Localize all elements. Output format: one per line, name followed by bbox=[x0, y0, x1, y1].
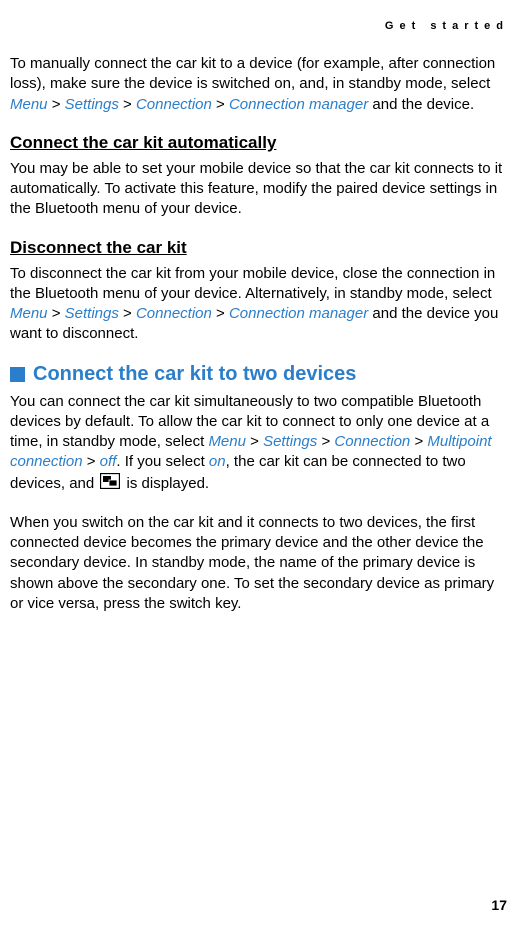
subheading-disconnect: Disconnect the car kit bbox=[10, 238, 509, 258]
off-value: off bbox=[100, 453, 117, 470]
section-heading-two-devices: Connect the car kit to two devices bbox=[33, 363, 356, 386]
text: and the device. bbox=[368, 96, 474, 113]
menu-link: Menu bbox=[208, 433, 246, 450]
paragraph-disconnect: To disconnect the car kit from your mobi… bbox=[10, 264, 509, 345]
separator: > bbox=[212, 305, 229, 322]
on-value: on bbox=[209, 453, 226, 470]
settings-link: Settings bbox=[263, 433, 317, 450]
menu-link: Menu bbox=[10, 96, 48, 113]
separator: > bbox=[48, 305, 65, 322]
text: . If you select bbox=[116, 453, 209, 470]
page-header: Get started bbox=[10, 20, 509, 32]
connection-manager-link: Connection manager bbox=[229, 305, 368, 322]
separator: > bbox=[246, 433, 263, 450]
connection-link: Connection bbox=[334, 433, 410, 450]
separator: > bbox=[410, 433, 427, 450]
separator: > bbox=[119, 96, 136, 113]
paragraph-manual-connect: To manually connect the car kit to a dev… bbox=[10, 54, 509, 115]
settings-link: Settings bbox=[65, 96, 119, 113]
separator: > bbox=[119, 305, 136, 322]
connection-link: Connection bbox=[136, 305, 212, 322]
page-number: 17 bbox=[491, 897, 507, 913]
separator: > bbox=[317, 433, 334, 450]
square-bullet-icon bbox=[10, 367, 25, 382]
menu-link: Menu bbox=[10, 305, 48, 322]
paragraph-connect-auto: You may be able to set your mobile devic… bbox=[10, 159, 509, 220]
settings-link: Settings bbox=[65, 305, 119, 322]
two-devices-icon bbox=[100, 473, 120, 495]
text: To disconnect the car kit from your mobi… bbox=[10, 265, 495, 302]
connection-link: Connection bbox=[136, 96, 212, 113]
paragraph-primary-secondary: When you switch on the car kit and it co… bbox=[10, 513, 509, 614]
separator: > bbox=[212, 96, 229, 113]
separator: > bbox=[48, 96, 65, 113]
subheading-connect-auto: Connect the car kit automatically bbox=[10, 133, 509, 153]
text: To manually connect the car kit to a dev… bbox=[10, 55, 495, 92]
text: is displayed. bbox=[122, 475, 209, 492]
section-heading-row: Connect the car kit to two devices bbox=[10, 363, 509, 386]
separator: > bbox=[83, 453, 100, 470]
connection-manager-link: Connection manager bbox=[229, 96, 368, 113]
paragraph-two-devices: You can connect the car kit simultaneous… bbox=[10, 392, 509, 495]
